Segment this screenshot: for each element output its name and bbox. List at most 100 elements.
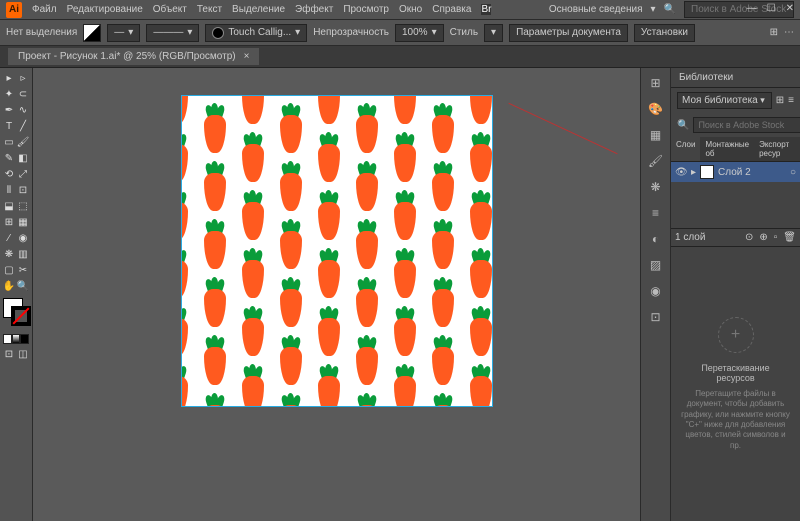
rectangle-tool[interactable]: ▭ xyxy=(3,135,16,150)
artboard[interactable] xyxy=(182,96,492,406)
gradient-tool[interactable]: ▦ xyxy=(17,215,30,230)
document-tab[interactable]: Проект - Рисунок 1.ai* @ 25% (RGB/Просмо… xyxy=(8,48,259,65)
new-sublayer-icon[interactable]: ⊕ xyxy=(759,232,767,243)
expand-layer-icon[interactable]: ▸ xyxy=(691,167,696,178)
libraries-panel-tab[interactable]: Библиотеки xyxy=(671,68,800,88)
direct-selection-tool[interactable]: ▹ xyxy=(17,71,30,86)
draw-mode-tool[interactable]: ◫ xyxy=(17,347,30,362)
library-select[interactable]: Моя библиотека ▾ xyxy=(677,92,772,109)
menu-view[interactable]: Просмотр xyxy=(343,4,389,15)
setup-button[interactable]: Установки xyxy=(634,24,695,42)
fill-stroke-control[interactable] xyxy=(3,298,33,328)
hand-tool[interactable]: ✋ xyxy=(3,279,16,294)
app-logo: Ai xyxy=(6,2,22,18)
lib-search-icon: 🔍 xyxy=(677,120,689,131)
line-tool[interactable]: ╱ xyxy=(17,119,30,134)
symbols-panel-icon[interactable]: ❋ xyxy=(647,178,665,196)
menu-file[interactable]: Файл xyxy=(32,4,57,15)
visibility-icon[interactable]: 👁 xyxy=(675,167,687,178)
brush-tool[interactable]: 🖌 xyxy=(17,135,30,150)
layers-tab[interactable]: Слои xyxy=(671,137,700,161)
options-bar: Нет выделения —▾ ———▾ Touch Callig...▾ Н… xyxy=(0,20,800,46)
symbol-sprayer-tool[interactable]: ❋ xyxy=(3,247,16,262)
drop-title: Перетаскивание ресурсов xyxy=(681,363,790,383)
menu-effect[interactable]: Эффект xyxy=(295,4,333,15)
menu-help[interactable]: Справка xyxy=(432,4,471,15)
layer-name[interactable]: Слой 2 xyxy=(718,167,751,178)
add-asset-icon[interactable]: + xyxy=(718,317,754,353)
lib-list-icon[interactable]: ≡ xyxy=(788,95,794,106)
menu-select[interactable]: Выделение xyxy=(232,4,285,15)
layer-row[interactable]: 👁 ▸ Слой 2 ○ xyxy=(671,162,800,182)
appearance-panel-icon[interactable]: ◉ xyxy=(647,282,665,300)
pen-tool[interactable]: ✒ xyxy=(3,103,16,118)
fill-stroke-swatch[interactable] xyxy=(83,24,101,42)
align-icon[interactable]: ⊞ xyxy=(770,27,778,38)
window-maximize-icon[interactable]: ☐ xyxy=(767,3,776,14)
artboards-tab[interactable]: Монтажные об xyxy=(700,137,754,161)
color-panel-icon[interactable]: 🎨 xyxy=(647,100,665,118)
zoom-tool[interactable]: 🔍 xyxy=(17,279,30,294)
artboard-tool[interactable]: ▢ xyxy=(3,263,16,278)
close-tab-icon[interactable]: × xyxy=(244,51,250,62)
brush-field[interactable]: Touch Callig...▾ xyxy=(205,24,307,42)
lib-grid-icon[interactable]: ⊞ xyxy=(776,95,784,106)
lasso-tool[interactable]: ⊂ xyxy=(17,87,30,102)
rotate-tool[interactable]: ⟲ xyxy=(3,167,16,182)
color-mode-buttons[interactable] xyxy=(3,334,29,344)
magic-wand-tool[interactable]: ✦ xyxy=(3,87,16,102)
menu-text[interactable]: Текст xyxy=(197,4,222,15)
screen-mode-tool[interactable]: ⊡ xyxy=(3,347,16,362)
bridge-icon[interactable]: Br xyxy=(481,4,491,15)
eraser-tool[interactable]: ◧ xyxy=(17,151,30,166)
locate-layer-icon[interactable]: ⊙ xyxy=(745,232,753,243)
perspective-tool[interactable]: ⬚ xyxy=(17,199,30,214)
menu-object[interactable]: Объект xyxy=(153,4,187,15)
search-icon[interactable]: 🔍 xyxy=(664,4,676,15)
layer-target-icon[interactable]: ○ xyxy=(790,167,796,178)
selection-tool[interactable]: ▸ xyxy=(3,71,16,86)
stroke-weight-field[interactable]: —▾ xyxy=(107,24,140,42)
transparency-panel-icon[interactable]: ▨ xyxy=(647,256,665,274)
annotation-arrow xyxy=(508,103,617,155)
right-panels: Библиотеки Моя библиотека ▾ ⊞ ≡ 🔍 Слои М… xyxy=(670,68,800,521)
scale-tool[interactable]: ⤢ xyxy=(17,167,30,182)
mesh-tool[interactable]: ⊞ xyxy=(3,215,16,230)
brushes-panel-icon[interactable]: 🖌 xyxy=(647,152,665,170)
graphic-styles-panel-icon[interactable]: ⊡ xyxy=(647,308,665,326)
opacity-field[interactable]: 100%▾ xyxy=(395,24,444,42)
window-minimize-icon[interactable]: — xyxy=(747,3,757,14)
curvature-tool[interactable]: ∿ xyxy=(17,103,30,118)
canvas[interactable] xyxy=(33,68,640,521)
tools-panel: ▸▹ ✦⊂ ✒∿ T╱ ▭🖌 ✎◧ ⟲⤢ ⫴⊡ ⬓⬚ ⊞▦ ⁄◉ ❋▥ ▢✂ ✋… xyxy=(0,68,33,521)
menu-window[interactable]: Окно xyxy=(399,4,422,15)
menu-edit[interactable]: Редактирование xyxy=(67,4,143,15)
slice-tool[interactable]: ✂ xyxy=(17,263,30,278)
properties-panel-icon[interactable]: ⊞ xyxy=(647,74,665,92)
blend-tool[interactable]: ◉ xyxy=(17,231,30,246)
graph-tool[interactable]: ▥ xyxy=(17,247,30,262)
shaper-tool[interactable]: ✎ xyxy=(3,151,16,166)
document-tab-title: Проект - Рисунок 1.ai* @ 25% (RGB/Просмо… xyxy=(18,51,236,62)
type-tool[interactable]: T xyxy=(3,119,16,134)
width-tool[interactable]: ⫴ xyxy=(3,183,16,198)
free-transform-tool[interactable]: ⊡ xyxy=(17,183,30,198)
workspace-dropdown-icon[interactable]: ▾ xyxy=(651,4,656,15)
export-assets-tab[interactable]: Экспорт ресур xyxy=(754,137,800,161)
opacity-label: Непрозрачность xyxy=(313,27,389,38)
stroke-panel-icon[interactable]: ≡ xyxy=(647,204,665,222)
style-field[interactable]: ▾ xyxy=(484,24,503,42)
more-icon[interactable]: ⋯ xyxy=(784,27,794,38)
shape-builder-tool[interactable]: ⬓ xyxy=(3,199,16,214)
stroke-style-field[interactable]: ———▾ xyxy=(146,24,199,42)
libraries-drop-area[interactable]: + Перетаскивание ресурсов Перетащите фай… xyxy=(671,247,800,521)
doc-params-button[interactable]: Параметры документа xyxy=(509,24,628,42)
library-search-input[interactable] xyxy=(693,117,800,133)
gradient-panel-icon[interactable]: ◐ xyxy=(647,230,665,248)
new-layer-icon[interactable]: ▫ xyxy=(774,232,778,243)
delete-layer-icon[interactable]: 🗑 xyxy=(783,232,796,243)
swatches-panel-icon[interactable]: ▦ xyxy=(647,126,665,144)
eyedropper-tool[interactable]: ⁄ xyxy=(3,231,16,246)
window-close-icon[interactable]: ✕ xyxy=(786,3,794,14)
workspace-switcher[interactable]: Основные сведения xyxy=(549,4,643,15)
